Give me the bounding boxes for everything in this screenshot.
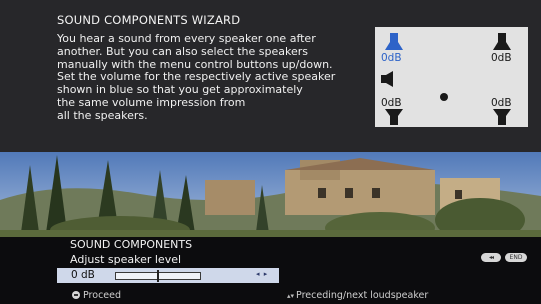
landscape-background-image [0, 150, 541, 240]
proceed-label: Proceed [83, 290, 122, 301]
instruction-line: You hear a sound from every speaker one … [57, 32, 316, 45]
front-left-speaker-icon [385, 33, 403, 50]
speaker-level-value: 0 dB [71, 269, 95, 281]
instruction-line: all the speakers. [57, 108, 148, 122]
up-down-arrows-icon: ▴▾ [287, 292, 295, 300]
instruction-line: another. But you can also select the spe… [57, 44, 308, 58]
front-right-level: 0dB [491, 52, 512, 64]
proceed-hint: Proceed [72, 290, 121, 301]
menu-title: SOUND COMPONENTS [70, 238, 193, 251]
navigation-label: Preceding/next loudspeaker [296, 290, 429, 301]
ok-button-icon [72, 291, 80, 299]
front-right-speaker-icon [493, 33, 511, 50]
navigation-hint: ▴▾ Preceding/next loudspeaker [287, 290, 428, 301]
left-right-arrows-icon[interactable]: ◂ ▸ [256, 270, 268, 278]
rear-left-level: 0dB [381, 97, 402, 109]
slider-track[interactable] [115, 270, 201, 282]
rear-right-speaker-icon [493, 109, 511, 125]
wizard-title: SOUND COMPONENTS WIZARD [57, 13, 241, 27]
slider-thumb[interactable] [157, 270, 159, 282]
instruction-line: the same volume impression from [57, 95, 246, 109]
front-left-level: 0dB [381, 52, 402, 64]
rear-left-speaker-icon [385, 109, 403, 125]
wizard-panel: SOUND COMPONENTS WIZARD You hear a sound… [0, 0, 541, 152]
speaker-level-slider[interactable]: 0 dB ◂ ▸ [57, 268, 279, 283]
rear-right-level: 0dB [491, 97, 512, 109]
speaker-layout-diagram: 0dB 0dB 0dB 0dB [375, 27, 528, 127]
side-speaker-icon [381, 71, 393, 87]
listener-position-dot [440, 93, 448, 101]
back-button[interactable]: ◂◂ [481, 253, 501, 262]
menu-subtitle: Adjust speaker level [70, 253, 182, 266]
wizard-instructions: You hear a sound from every speaker one … [57, 32, 357, 123]
end-button[interactable]: END [505, 253, 527, 262]
